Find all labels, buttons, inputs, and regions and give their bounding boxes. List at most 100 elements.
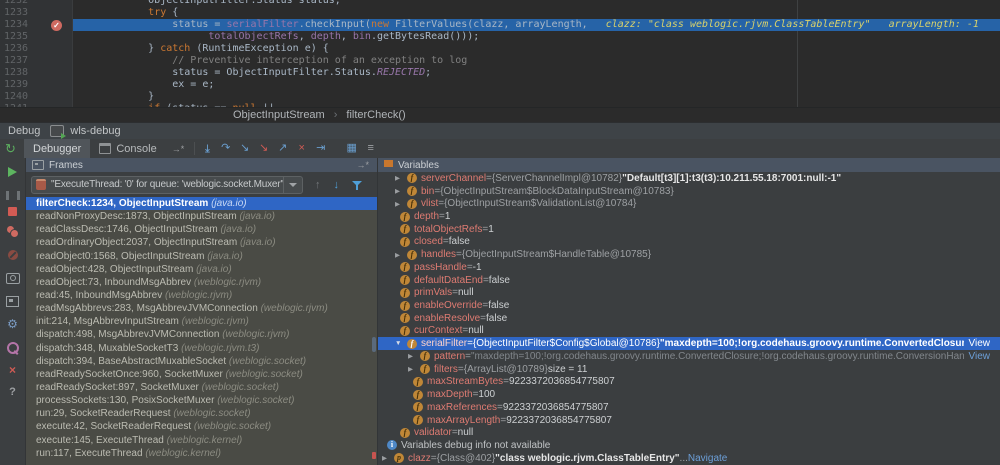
drop-frame-icon[interactable]: × — [294, 139, 309, 158]
variable-row[interactable]: ▶fhandles = {ObjectInputStream$HandleTab… — [378, 248, 1000, 261]
variable-row[interactable]: ▶fvlist = {ObjectInputStream$ValidationL… — [378, 197, 1000, 210]
gutter-line-number[interactable]: 1232 — [4, 0, 28, 7]
variable-row[interactable]: fpassHandle = -1 — [378, 261, 1000, 274]
variable-row[interactable]: fprimVals = null — [378, 286, 1000, 299]
expand-arrow-icon[interactable]: ▶ — [393, 251, 407, 259]
frames-nav-icon[interactable]: →* — [356, 160, 369, 170]
frame-row[interactable]: processSockets:130, PosixSocketMuxer (we… — [26, 394, 377, 407]
code-lines[interactable]: ObjectInputFilter.Status status; try { s… — [73, 0, 1000, 107]
breadcrumb-item[interactable]: filterCheck() — [346, 109, 405, 121]
resume-button[interactable] — [0, 164, 25, 180]
variable-row[interactable]: ▶pclazz = {Class@402} "class weblogic.rj… — [378, 452, 1000, 465]
code-line[interactable]: ObjectInputFilter.Status status; — [73, 0, 1000, 7]
variable-row[interactable]: fcurContext = null — [378, 325, 1000, 338]
variable-row[interactable]: fvalidator = null — [378, 426, 1000, 439]
tab-debugger[interactable]: Debugger — [24, 139, 90, 158]
breadcrumb-item[interactable]: ObjectInputStream — [233, 109, 325, 121]
variable-row[interactable]: fclosed = false — [378, 236, 1000, 249]
expand-arrow-icon[interactable]: ▶ — [393, 200, 407, 208]
variable-row[interactable]: fmaxReferences = 9223372036854775807 — [378, 401, 1000, 414]
variable-row[interactable]: ▶fpattern = "maxdepth=100;!org.codehaus.… — [378, 350, 1000, 363]
thread-dropdown[interactable]: "ExecuteThread: '0' for queue: 'weblogic… — [31, 176, 303, 194]
view-breakpoints-button[interactable] — [0, 224, 25, 240]
gutter-line-number[interactable]: 1236 — [4, 43, 28, 55]
gutter-line-number[interactable]: 1237 — [4, 55, 28, 67]
stop-button[interactable] — [0, 203, 25, 219]
expand-arrow-icon[interactable]: ▼ — [393, 340, 407, 347]
frame-row[interactable]: init:214, MsgAbbrevInputStream (weblogic… — [26, 315, 377, 328]
variable-row[interactable]: fdepth = 1 — [378, 210, 1000, 223]
frame-row[interactable]: readObject:428, ObjectInputStream (java.… — [26, 263, 377, 276]
variable-row[interactable]: fdefaultDataEnd = false — [378, 274, 1000, 287]
frame-row[interactable]: run:29, SocketReaderRequest (weblogic.so… — [26, 407, 377, 420]
code-line[interactable]: totalObjectRefs, depth, bin.getBytesRead… — [73, 31, 1000, 43]
variable-row[interactable]: ▶fserverChannel = {ServerChannelImpl@107… — [378, 172, 1000, 185]
frame-row[interactable]: dispatch:394, BaseAbstractMuxableSocket … — [26, 355, 377, 368]
show-execution-point-icon[interactable]: ⇥ — [197, 141, 216, 156]
frame-row[interactable]: execute:145, ExecuteThread (weblogic.ker… — [26, 434, 377, 447]
frame-row[interactable]: readClassDesc:1746, ObjectInputStream (j… — [26, 223, 377, 236]
next-frame-icon[interactable]: ↓ — [334, 179, 340, 191]
code-line[interactable]: // Preventive interception of an excepti… — [73, 55, 1000, 67]
frame-row[interactable]: readMsgAbbrevs:283, MsgAbbrevJVMConnecti… — [26, 302, 377, 315]
settings-button[interactable]: ⚙ — [0, 316, 25, 332]
frame-row[interactable]: run:117, ExecuteThread (weblogic.kernel) — [26, 447, 377, 460]
pin-tab-icon[interactable]: →* — [166, 144, 191, 154]
evaluate-expression-icon[interactable]: ▦ — [344, 139, 359, 158]
variable-row[interactable]: fenableOverride = false — [378, 299, 1000, 312]
variable-row[interactable]: ▶fbin = {ObjectInputStream$BlockDataInpu… — [378, 185, 1000, 198]
frames-list[interactable]: filterCheck:1234, ObjectInputStream (jav… — [26, 197, 377, 465]
frame-row[interactable]: readReadySocket:897, SocketMuxer (weblog… — [26, 381, 377, 394]
expand-arrow-icon[interactable]: ▶ — [393, 187, 407, 195]
step-into-icon[interactable]: ↘ — [237, 139, 252, 158]
previous-frame-icon[interactable]: ↑ — [315, 179, 321, 191]
gutter-line-number[interactable]: 1239 — [4, 79, 28, 91]
force-step-into-icon[interactable]: ↘ — [256, 139, 271, 158]
tab-console[interactable]: Console — [90, 139, 165, 158]
code-line[interactable]: status = serialFilter.checkInput(new Fil… — [73, 19, 1000, 31]
view-link[interactable]: View — [964, 350, 1000, 363]
code-line[interactable]: try { — [73, 7, 1000, 19]
frame-row[interactable]: readObject:73, InboundMsgAbbrev (weblogi… — [26, 276, 377, 289]
step-out-icon[interactable]: ↗ — [275, 139, 290, 158]
expand-arrow-icon[interactable]: ▶ — [406, 365, 420, 373]
frame-row[interactable]: read:45, InboundMsgAbbrev (weblogic.rjvm… — [26, 289, 377, 302]
frames-scrollbar[interactable] — [372, 337, 376, 352]
code-editor[interactable]: 123212331234✓123512361237123812391240124… — [0, 0, 1000, 107]
gutter-line-number[interactable]: 1238 — [4, 67, 28, 79]
code-line[interactable]: } — [73, 91, 1000, 103]
expand-arrow-icon[interactable]: ▶ — [380, 454, 394, 462]
step-over-icon[interactable]: ↷ — [218, 139, 233, 158]
frame-row[interactable]: readObject0:1568, ObjectInputStream (jav… — [26, 250, 377, 263]
gutter-line-number[interactable]: 1233 — [4, 7, 28, 19]
variable-row[interactable]: iVariables debug info not available — [378, 439, 1000, 452]
pin-tab-button[interactable] — [0, 340, 25, 356]
frame-row[interactable]: readReadySocketOnce:960, SocketMuxer (we… — [26, 368, 377, 381]
mute-breakpoints-button[interactable] — [0, 247, 25, 263]
variable-row[interactable]: ftotalObjectRefs = 1 — [378, 223, 1000, 236]
code-line[interactable]: } catch (RuntimeException e) { — [73, 43, 1000, 55]
code-line[interactable]: status = ObjectInputFilter.Status.REJECT… — [73, 67, 1000, 79]
run-to-cursor-icon[interactable]: ⇥ — [313, 139, 328, 158]
hide-frames-filter-icon[interactable] — [352, 180, 362, 190]
navigate-link[interactable]: Navigate — [688, 453, 727, 464]
variable-row[interactable]: fmaxDepth = 100 — [378, 388, 1000, 401]
variable-row[interactable]: ▼fserialFilter = {ObjectInputFilter$Conf… — [378, 337, 1000, 350]
editor-gutter[interactable]: 123212331234✓123512361237123812391240124… — [0, 0, 73, 107]
breakpoint-icon[interactable]: ✓ — [51, 20, 62, 31]
rerun-icon[interactable]: ↻ — [5, 139, 16, 158]
help-button[interactable]: ? — [0, 384, 25, 400]
expand-arrow-icon[interactable]: ▶ — [393, 174, 407, 182]
restore-layout-button[interactable] — [0, 293, 25, 309]
code-line[interactable]: ex = e; — [73, 79, 1000, 91]
thread-dropdown-arrow[interactable] — [283, 177, 302, 193]
frame-row[interactable]: readNonProxyDesc:1873, ObjectInputStream… — [26, 210, 377, 223]
frame-row[interactable]: execute:42, SocketReaderRequest (weblogi… — [26, 420, 377, 433]
variable-row[interactable]: fmaxArrayLength = 9223372036854775807 — [378, 414, 1000, 427]
gutter-line-number[interactable]: 1240 — [4, 91, 28, 103]
gutter-line-number[interactable]: 1234 — [4, 19, 28, 31]
frame-row[interactable]: dispatch:348, MuxableSocketT3 (weblogic.… — [26, 342, 377, 355]
thread-dump-button[interactable] — [0, 270, 25, 286]
frame-row[interactable]: readOrdinaryObject:2037, ObjectInputStre… — [26, 236, 377, 249]
view-link[interactable]: View — [964, 337, 1000, 350]
